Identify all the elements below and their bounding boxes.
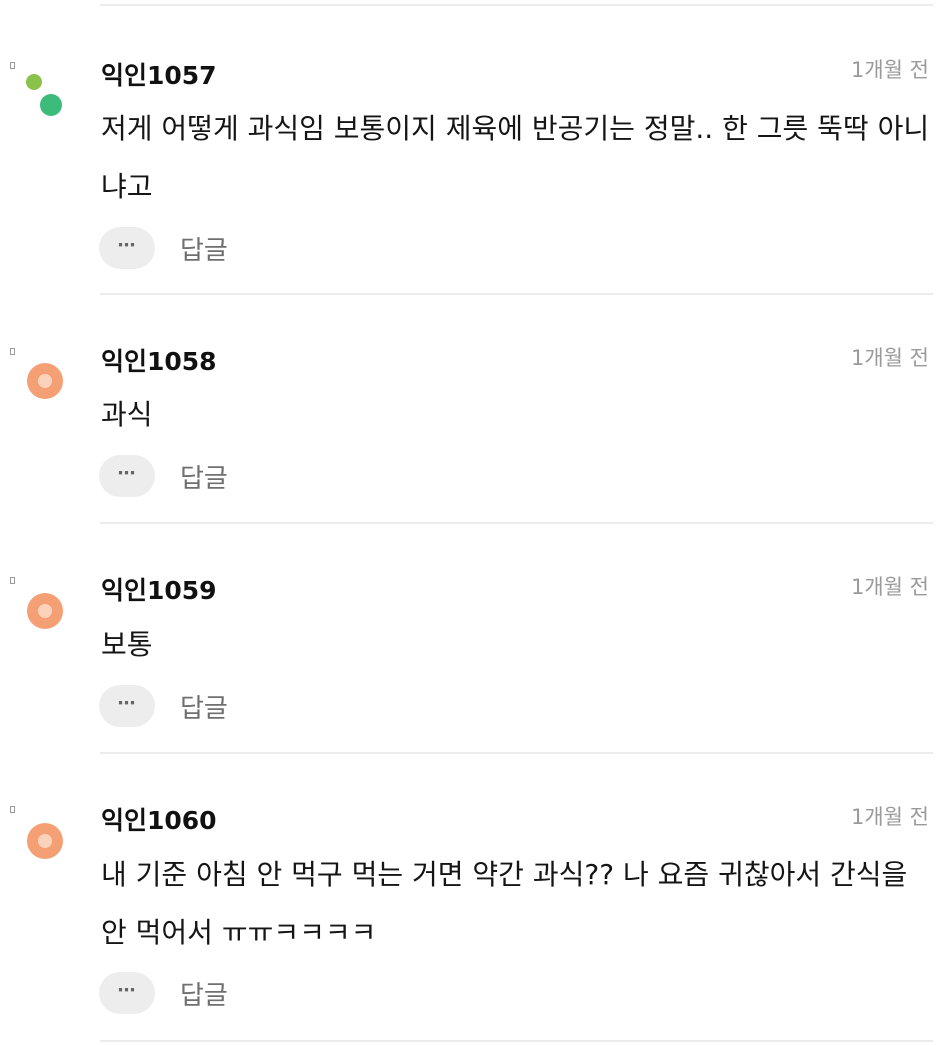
avatar[interactable] <box>26 362 64 400</box>
comment-time: 1개월 전 <box>851 575 929 599</box>
divider <box>100 293 933 295</box>
avatar[interactable] <box>26 592 64 630</box>
comment-author[interactable]: 익인1060 <box>101 801 217 837</box>
more-options-button[interactable]: ⋯ <box>99 227 155 269</box>
reply-button[interactable]: 답글 <box>180 458 228 495</box>
comment-text: 보통 <box>101 628 153 661</box>
avatar-dot <box>40 94 62 116</box>
comment-author[interactable]: 익인1058 <box>101 342 217 378</box>
avatar-ring <box>27 593 63 629</box>
comment-author[interactable]: 익인1057 <box>101 56 217 92</box>
avatar-ring <box>27 363 63 399</box>
comment-text: 과식 <box>101 398 153 431</box>
comment-author[interactable]: 익인1059 <box>101 571 217 607</box>
more-options-button[interactable]: ⋯ <box>99 972 155 1014</box>
divider <box>100 522 933 524</box>
reply-button[interactable]: 답글 <box>180 688 228 725</box>
comment-text: 내 기준 아침 안 먹구 먹는 거면 약간 과식?? 나 요즘 귀찮아서 간식을… <box>101 858 917 949</box>
comment-time: 1개월 전 <box>851 58 929 82</box>
comment-marker-icon <box>10 577 15 584</box>
comment-time: 1개월 전 <box>851 805 929 829</box>
comment-time: 1개월 전 <box>851 346 929 370</box>
more-options-button[interactable]: ⋯ <box>99 455 155 497</box>
comment-marker-icon <box>10 62 15 69</box>
more-options-button[interactable]: ⋯ <box>99 685 155 727</box>
comment-text: 저게 어떻게 과식임 보통이지 제육에 반공기는 정말.. 한 그릇 뚝딱 아니… <box>101 112 930 203</box>
divider <box>100 4 933 6</box>
reply-button[interactable]: 답글 <box>180 230 228 267</box>
divider <box>100 1040 933 1042</box>
avatar[interactable] <box>26 822 64 860</box>
comment-marker-icon <box>10 348 15 355</box>
reply-button[interactable]: 답글 <box>180 975 228 1012</box>
comment-marker-icon <box>10 806 15 813</box>
avatar-ring <box>27 823 63 859</box>
avatar[interactable] <box>26 74 64 116</box>
avatar-dot <box>26 74 42 90</box>
divider <box>100 752 933 754</box>
